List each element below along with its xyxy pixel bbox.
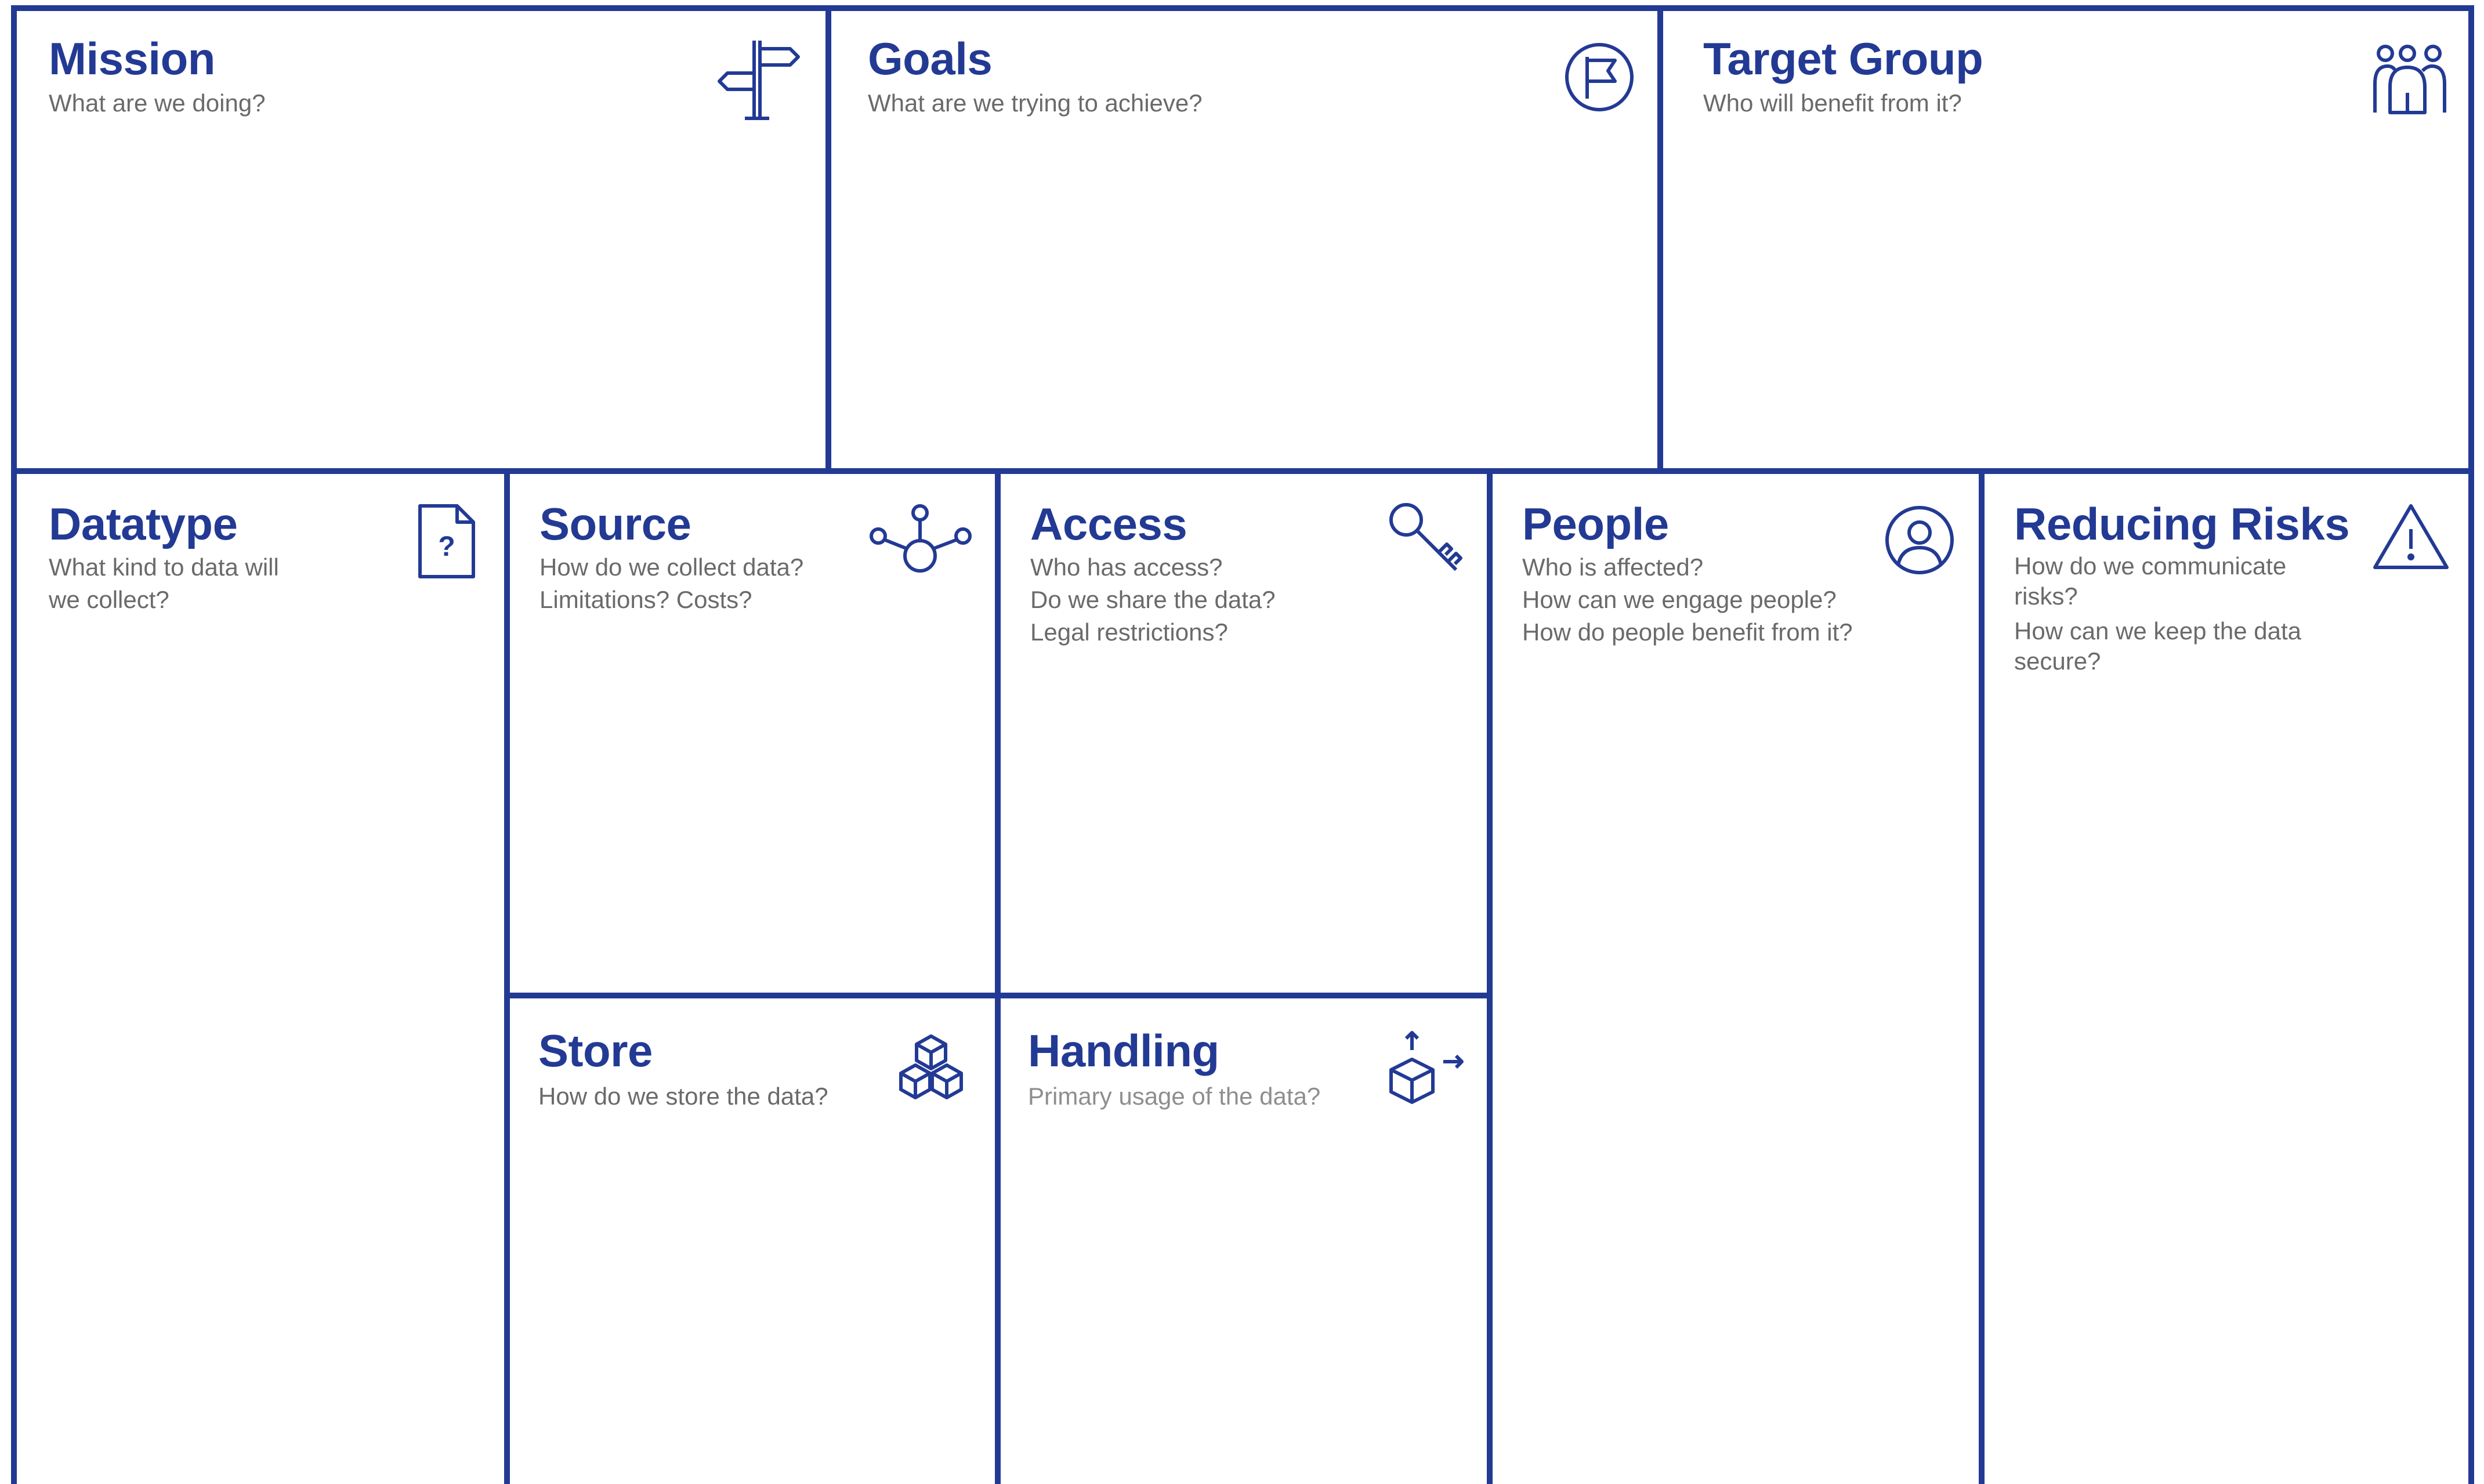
question-line: How do we communicate <box>2014 552 2287 580</box>
block-questions: What are we doing? <box>49 87 266 120</box>
question-line: Who has access? <box>1030 553 1223 581</box>
key-icon <box>1385 499 1466 580</box>
block-questions: What are we trying to achieve? <box>868 87 1203 120</box>
flag-icon <box>1562 39 1637 115</box>
signpost-icon <box>716 37 809 124</box>
cube-arrows-icon <box>1383 1027 1470 1108</box>
block-title: Datatype <box>49 498 238 549</box>
block-questions: What kind to data will we collect? <box>49 551 279 616</box>
block-store: Store How do we store the data? <box>507 996 998 1484</box>
block-title: Target Group <box>1703 33 1983 84</box>
question-line: Who is affected? <box>1522 553 1704 581</box>
block-questions: Primary usage of the data? <box>1028 1080 1320 1113</box>
block-questions: How do we communicate risks? How can we … <box>2014 551 2301 676</box>
block-mission: Mission What are we doing? <box>14 8 828 471</box>
block-reducing-risks: Reducing Risks How do we communicate ris… <box>1982 471 2471 1484</box>
block-questions: How do we store the data? <box>538 1080 828 1113</box>
block-goals: Goals What are we trying to achieve? <box>828 8 1660 471</box>
block-source: Source How do we collect data? Limitatio… <box>507 471 998 996</box>
block-questions: Who will benefit from it? <box>1703 87 1962 120</box>
question-line: How do we collect data? <box>539 553 804 581</box>
block-title: Access <box>1030 498 1187 549</box>
question-line: How do people benefit from it? <box>1522 618 1853 646</box>
document-question-icon: ? <box>415 501 479 582</box>
block-handling: Handling Primary usage of the data? <box>998 996 1490 1484</box>
block-title: Store <box>538 1025 653 1076</box>
block-access: Access Who has access? Do we share the d… <box>998 471 1490 996</box>
block-title: Goals <box>868 33 993 84</box>
block-title: Handling <box>1028 1025 1219 1076</box>
block-questions: Who is affected? How can we engage peopl… <box>1522 551 1853 649</box>
block-people: People Who is affected? How can we engag… <box>1490 471 1982 1484</box>
user-circle-icon <box>1882 502 1957 578</box>
cubes-icon <box>893 1031 969 1107</box>
group-icon <box>2369 37 2456 118</box>
question-line: secure? <box>2014 647 2101 675</box>
network-nodes-icon <box>867 502 977 578</box>
question-line: What kind to data will <box>49 553 279 581</box>
block-title: Source <box>539 498 691 549</box>
question-line: What are we doing? <box>49 89 266 117</box>
question-line: Who will benefit from it? <box>1703 89 1962 117</box>
block-target-group: Target Group Who will benefit from it? <box>1660 8 2471 471</box>
question-line: Limitations? Costs? <box>539 586 752 613</box>
question-line: How do we store the data? <box>538 1083 828 1110</box>
question-line: Primary usage of the data? <box>1028 1083 1321 1110</box>
svg-text:?: ? <box>438 531 455 562</box>
question-line: Do we share the data? <box>1030 586 1276 613</box>
block-title: Reducing Risks <box>2014 498 2350 549</box>
warning-icon <box>2370 500 2452 575</box>
question-line: What are we trying to achieve? <box>868 89 1203 117</box>
block-questions: How do we collect data? Limitations? Cos… <box>539 551 803 616</box>
block-questions: Who has access? Do we share the data? Le… <box>1030 551 1276 649</box>
data-canvas-board: Mission What are we doing? Goals What ar… <box>0 0 2484 1484</box>
question-line: risks? <box>2014 582 2078 610</box>
block-title: People <box>1522 498 1669 549</box>
question-line: we collect? <box>49 586 169 613</box>
question-line: Legal restrictions? <box>1030 618 1228 646</box>
block-datatype: Datatype What kind to data will we colle… <box>14 471 507 1484</box>
block-title: Mission <box>49 33 215 84</box>
question-line: How can we engage people? <box>1522 586 1837 613</box>
question-line: How can we keep the data <box>2014 617 2301 645</box>
